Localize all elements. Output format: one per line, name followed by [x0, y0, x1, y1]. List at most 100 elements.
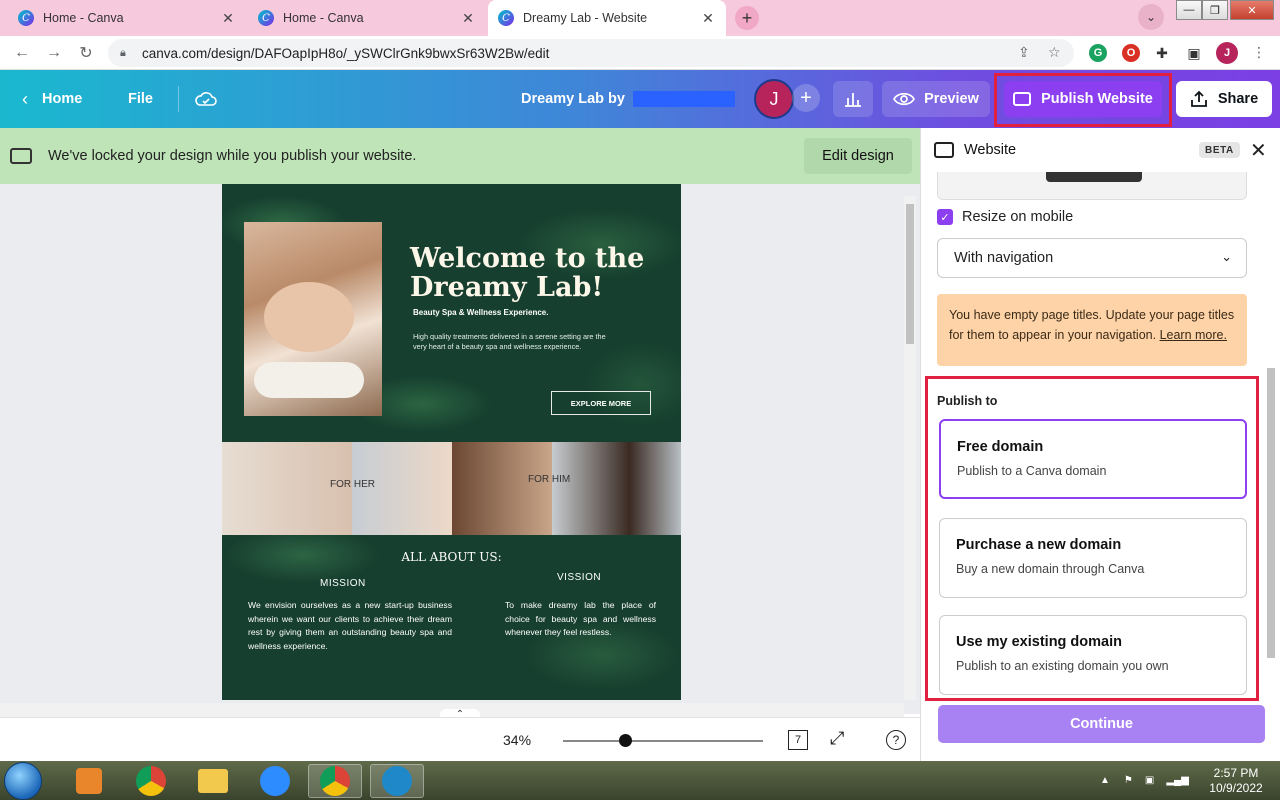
collaborator-avatar[interactable]: J: [754, 79, 794, 119]
tab-title: Home - Canva: [43, 11, 124, 25]
continue-button[interactable]: Continue: [938, 705, 1265, 743]
empty-titles-warning: You have empty page titles. Update your …: [937, 294, 1247, 366]
signal-icon[interactable]: ▂▄▆: [1166, 775, 1188, 786]
option-desc: Buy a new domain through Canva: [956, 562, 1145, 576]
website-icon: [934, 142, 954, 158]
free-domain-option[interactable]: Free domain Publish to a Canva domain: [939, 419, 1247, 499]
minimize-icon[interactable]: —: [1176, 0, 1202, 20]
extensions-puzzle-icon[interactable]: ✚: [1153, 44, 1171, 62]
maximize-icon[interactable]: ❐: [1202, 0, 1228, 20]
preview-card: [937, 172, 1247, 200]
scroll-thumb[interactable]: [906, 204, 914, 344]
canva-favicon-icon: C: [18, 10, 34, 26]
zoom-slider-handle[interactable]: [619, 734, 632, 747]
share-button[interactable]: Share: [1176, 81, 1272, 117]
models-photo-strip: FOR HER FOR HIM: [222, 442, 681, 535]
close-icon[interactable]: ✕: [460, 10, 476, 27]
share-page-icon[interactable]: ⇪: [1018, 44, 1030, 61]
fullscreen-icon[interactable]: ⤢: [830, 728, 844, 749]
chrome-icon[interactable]: [124, 764, 178, 798]
divider: [178, 86, 179, 112]
browser-tab-dreamy-lab[interactable]: C Dreamy Lab - Website ✕: [488, 0, 726, 36]
app-icon[interactable]: [370, 764, 424, 798]
hero-intro: High quality treatments delivered in a s…: [413, 332, 606, 351]
back-arrow-icon[interactable]: ←: [12, 43, 32, 63]
media-player-icon[interactable]: [62, 764, 116, 798]
for-her-label: FOR HER: [330, 479, 375, 490]
home-button[interactable]: ‹ Home: [22, 70, 82, 128]
vision-heading: VISSION: [557, 572, 602, 583]
close-icon[interactable]: ✕: [220, 10, 236, 27]
close-icon[interactable]: ✕: [700, 10, 716, 27]
man-smiling-photo: [552, 442, 681, 535]
website-lock-icon: [10, 148, 32, 164]
option-title: Use my existing domain: [956, 634, 1122, 650]
resize-label: Resize on mobile: [962, 209, 1074, 225]
grammarly-extension-icon[interactable]: G: [1089, 44, 1107, 62]
canva-favicon-icon: C: [498, 10, 514, 26]
cloud-sync-icon[interactable]: [195, 70, 217, 128]
learn-more-link[interactable]: Learn more.: [1160, 328, 1227, 342]
bookmark-star-icon[interactable]: ☆: [1048, 44, 1061, 61]
flag-icon[interactable]: ⚑: [1124, 775, 1133, 786]
checkbox-checked-icon[interactable]: ✓: [937, 209, 953, 225]
zoom-slider-track[interactable]: [563, 740, 763, 742]
document-title[interactable]: Dreamy Lab by: [521, 70, 735, 128]
man-photo: [452, 442, 552, 535]
add-collaborator-button[interactable]: +: [792, 84, 820, 112]
about-title: ALL ABOUT US:: [401, 550, 502, 564]
zoom-percent[interactable]: 34%: [503, 732, 531, 748]
chrome-profile-icon[interactable]: [308, 764, 362, 798]
panel-title: Website: [964, 142, 1017, 158]
adblock-extension-icon[interactable]: O: [1122, 44, 1140, 62]
close-icon[interactable]: ✕: [1250, 138, 1267, 163]
sidebar-icon[interactable]: ▣: [1185, 44, 1203, 62]
page-count-button[interactable]: 7: [788, 730, 808, 750]
canva-top-bar: ‹ Home File Dreamy Lab by J + Preview Pu…: [0, 70, 1280, 128]
more-menu-icon[interactable]: ⋮: [1252, 44, 1266, 61]
share-label: Share: [1217, 91, 1259, 107]
new-tab-plus-icon[interactable]: +: [735, 6, 759, 30]
folder-icon[interactable]: [186, 764, 240, 798]
for-him-label: FOR HIM: [528, 474, 571, 485]
scroll-thumb[interactable]: [1267, 368, 1275, 658]
highlight-box: [994, 73, 1172, 127]
chevron-down-icon[interactable]: ⌄: [1138, 4, 1164, 30]
browser-tab-home-2[interactable]: C Home - Canva ✕: [248, 0, 486, 36]
help-icon[interactable]: ?: [886, 730, 906, 750]
spa-photo: [244, 222, 382, 416]
about-section: ALL ABOUT US: MISSION VISSION We envisio…: [222, 535, 681, 700]
forward-arrow-icon[interactable]: →: [44, 43, 64, 63]
clock-time: 2:57 PM: [1213, 766, 1259, 780]
browser-tab-strip: C Home - Canva ✕ C Home - Canva ✕ C Drea…: [0, 0, 1280, 36]
chevron-down-icon: ⌄: [1221, 249, 1232, 264]
upload-icon: [1190, 90, 1207, 107]
panel-scrollbar[interactable]: [1264, 172, 1278, 692]
resize-on-mobile-row[interactable]: ✓ Resize on mobile: [937, 209, 1073, 225]
taskbar-clock[interactable]: 2:57 PM 10/9/2022: [1196, 766, 1276, 796]
url-text: canva.com/design/DAFOapIpH8o/_ySWClrGnk9…: [142, 45, 550, 61]
redacted-name: [632, 91, 735, 107]
hero-tagline: Beauty Spa & Wellness Experience.: [413, 308, 549, 317]
vision-text: To make dreamy lab the place of choice f…: [505, 600, 656, 638]
insights-chart-icon[interactable]: [833, 81, 873, 117]
navigation-select[interactable]: With navigation ⌄: [937, 238, 1247, 278]
option-title: Purchase a new domain: [956, 537, 1122, 553]
clock-date: 10/9/2022: [1209, 781, 1263, 795]
browser-tab-home-1[interactable]: C Home - Canva ✕: [8, 0, 246, 36]
purchase-domain-option[interactable]: Purchase a new domain Buy a new domain t…: [939, 518, 1247, 598]
profile-avatar[interactable]: J: [1216, 42, 1238, 64]
reload-icon[interactable]: ↻: [76, 43, 96, 63]
canvas-vertical-scrollbar[interactable]: [904, 196, 916, 700]
doc-title-text: Dreamy Lab by: [521, 91, 625, 107]
edit-design-button[interactable]: Edit design: [804, 138, 912, 174]
windows-start-icon[interactable]: [4, 762, 42, 800]
network-icon[interactable]: ▣: [1145, 775, 1154, 786]
file-menu-button[interactable]: File: [128, 70, 153, 128]
window-close-icon[interactable]: ✕: [1230, 0, 1274, 20]
preview-button[interactable]: Preview: [882, 81, 990, 117]
zoom-app-icon[interactable]: [248, 764, 302, 798]
existing-domain-option[interactable]: Use my existing domain Publish to an exi…: [939, 615, 1247, 695]
url-input[interactable]: 🔒︎ canva.com/design/DAFOapIpH8o/_ySWClrG…: [108, 39, 1074, 67]
tray-expand-icon[interactable]: ▲: [1100, 775, 1110, 786]
